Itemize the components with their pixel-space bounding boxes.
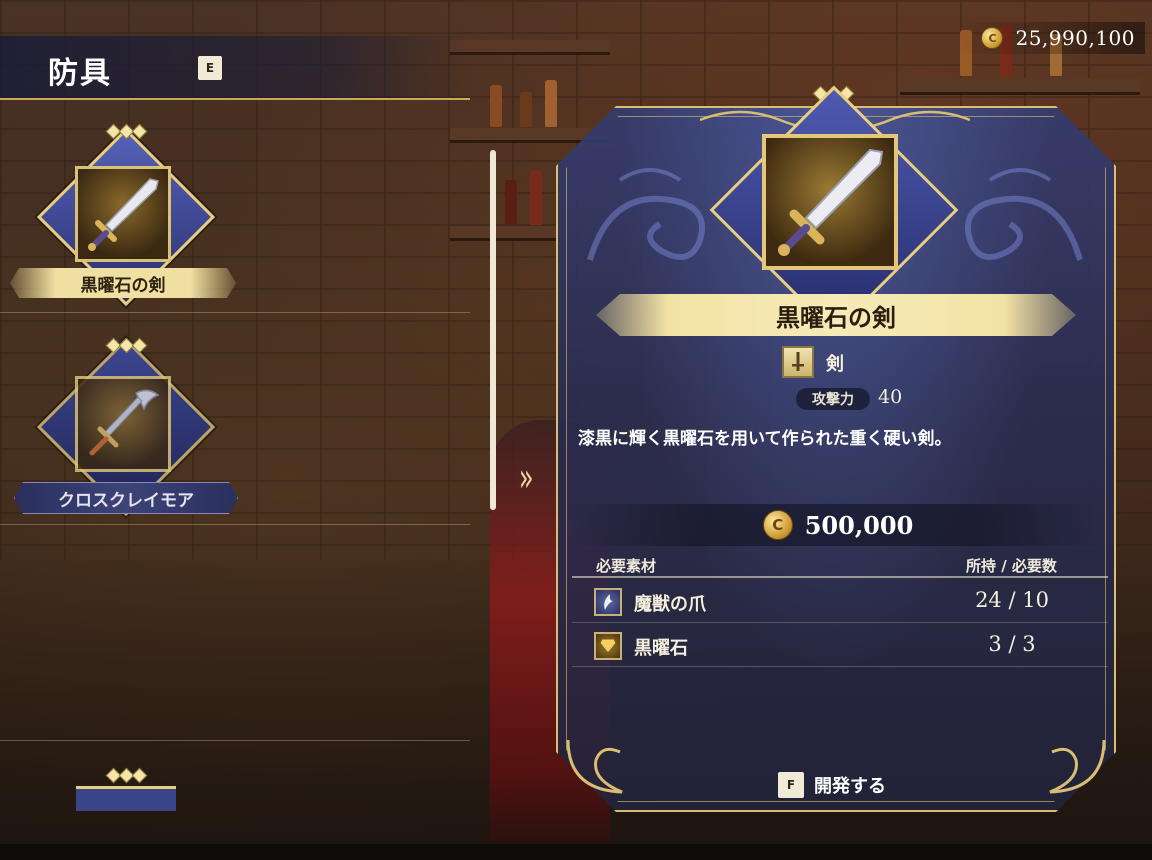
shelf — [450, 226, 560, 241]
price-bar: C 500,000 — [570, 504, 1106, 546]
develop-button-label[interactable]: 開発する — [814, 772, 886, 798]
materials-header-divider — [572, 576, 1108, 578]
item-frame-partial — [76, 786, 176, 811]
bottle — [545, 80, 557, 127]
develop-action[interactable]: F 開発する — [778, 772, 886, 798]
bottle — [490, 85, 502, 127]
item-description: 漆黒に輝く黒曜石を用いて作られた重く硬い剣。 — [578, 429, 952, 449]
stat-value: 40 — [878, 386, 903, 408]
bottle — [505, 180, 517, 225]
chevron-right-icon: » — [518, 455, 534, 501]
rarity-pips — [105, 123, 148, 140]
count-header: 所持 / 必要数 — [966, 557, 1057, 575]
item-icon-frame — [75, 376, 171, 472]
gem-icon — [594, 632, 622, 660]
material-row: 黒曜石 3 / 3 — [572, 626, 1108, 667]
list-divider — [0, 524, 470, 525]
material-row: 魔獣の爪 24 / 10 — [572, 582, 1108, 623]
gem-glyph-icon — [599, 638, 617, 654]
coin-icon: C — [981, 27, 1004, 49]
sword-icon — [88, 178, 159, 251]
coin-icon: C — [762, 510, 793, 540]
item-icon-frame — [75, 166, 171, 262]
bottom-strip — [0, 844, 1152, 860]
sword-glyph-icon — [792, 352, 804, 371]
sword-type-icon — [782, 346, 814, 378]
list-divider — [0, 312, 470, 313]
material-count: 3 / 3 — [988, 632, 1036, 656]
material-count: 24 / 10 — [975, 588, 1049, 612]
money-display: C 25,990,100 — [955, 22, 1145, 54]
list-item[interactable]: クロスクレイモア — [0, 330, 260, 520]
list-divider — [0, 740, 470, 741]
list-item-label: 黒曜石の剣 — [10, 268, 236, 298]
rarity-pips — [105, 337, 148, 354]
list-item-selected[interactable]: 黒曜石の剣 — [0, 120, 260, 310]
rarity-pips — [105, 767, 148, 784]
price-value: 500,000 — [804, 510, 914, 540]
corner-ornament-left — [566, 739, 623, 794]
material-name: 黒曜石 — [634, 638, 688, 659]
scroll-thumb[interactable] — [490, 150, 496, 510]
develop-key-hint[interactable]: F — [778, 772, 804, 798]
sword-icon — [778, 148, 884, 256]
bottle — [520, 92, 532, 127]
category-title: 防具 — [48, 56, 112, 91]
category-key-hint[interactable]: E — [198, 56, 222, 80]
bottle — [530, 170, 542, 225]
list-item-label: クロスクレイモア — [14, 482, 238, 514]
stat-label: 攻撃力 — [796, 388, 870, 410]
shelf — [900, 78, 1140, 95]
list-item[interactable] — [60, 764, 190, 844]
decorative-swirl-right — [965, 168, 1083, 261]
materials-header: 必要素材 — [596, 557, 657, 575]
claymore-icon — [89, 389, 160, 456]
material-name: 魔獣の爪 — [634, 594, 706, 615]
money-value: 25,990,100 — [1015, 26, 1135, 50]
shelf — [450, 40, 610, 55]
corner-ornament-right — [1049, 739, 1106, 794]
list-scrollbar[interactable] — [490, 150, 496, 510]
item-type: 剣 — [826, 354, 844, 375]
claw-icon — [594, 588, 622, 616]
detail-item-icon-frame — [762, 134, 898, 270]
claw-glyph-icon — [604, 594, 613, 610]
item-name-banner: 黒曜石の剣 — [596, 294, 1076, 336]
